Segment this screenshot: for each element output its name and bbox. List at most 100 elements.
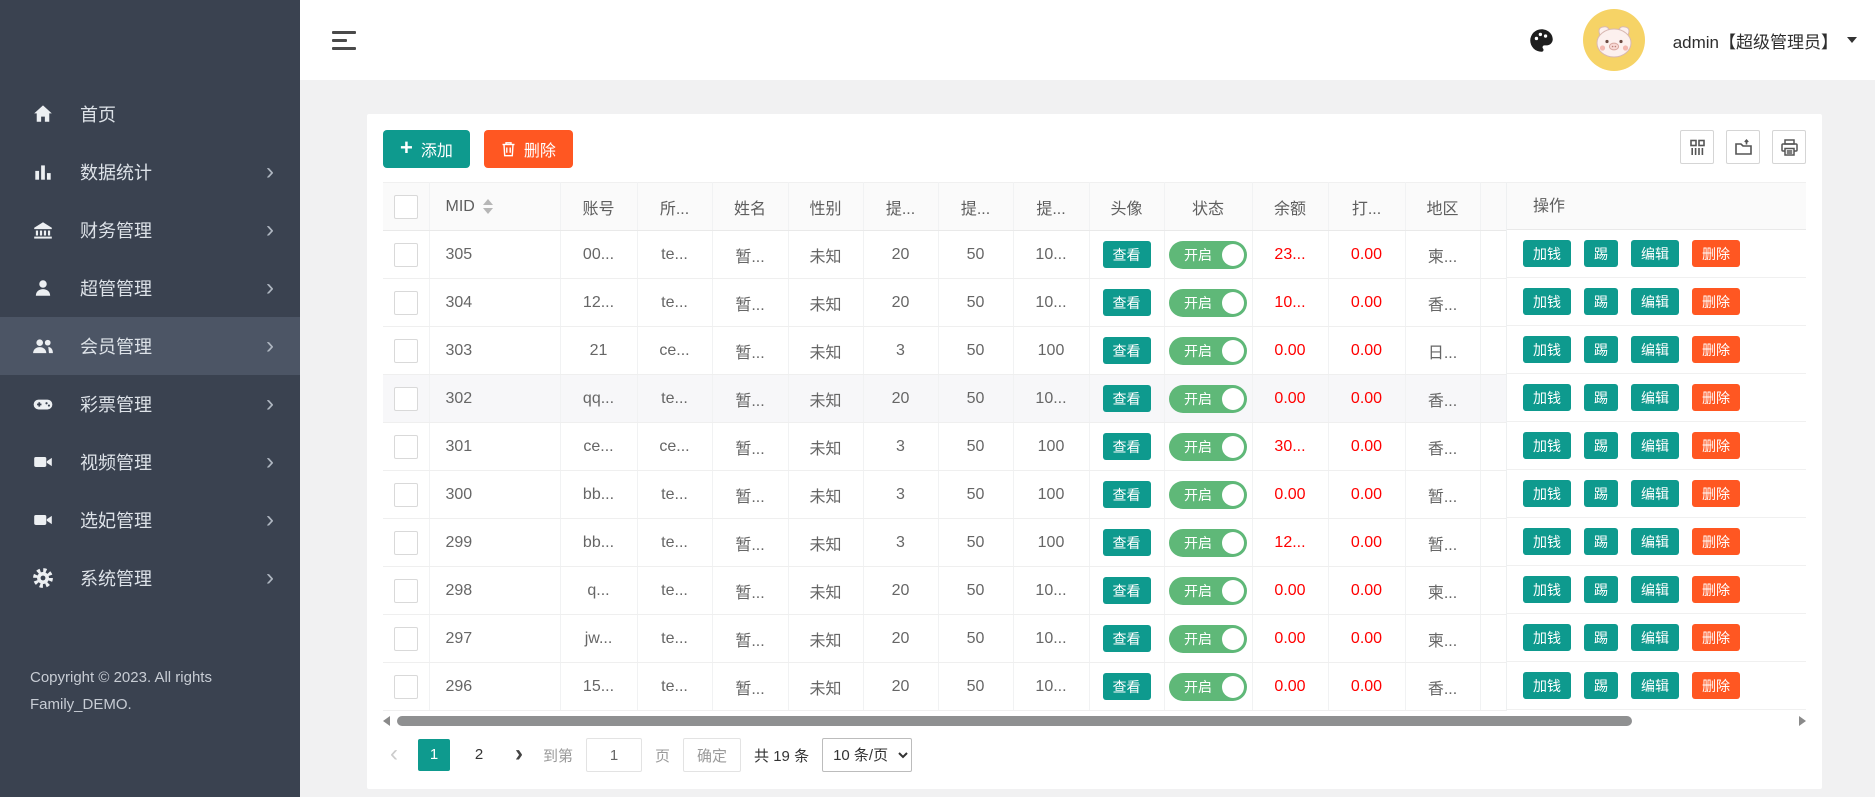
add-money-button[interactable]: 加钱: [1523, 528, 1571, 555]
add-money-button[interactable]: 加钱: [1523, 240, 1571, 267]
add-money-button[interactable]: 加钱: [1523, 384, 1571, 411]
avatar[interactable]: [1583, 9, 1645, 71]
row-checkbox[interactable]: [394, 243, 418, 267]
status-toggle[interactable]: 开启: [1169, 577, 1247, 605]
status-toggle[interactable]: 开启: [1169, 433, 1247, 461]
delete-row-button[interactable]: 删除: [1692, 624, 1740, 651]
delete-row-button[interactable]: 删除: [1692, 384, 1740, 411]
sidebar-item-6[interactable]: 视频管理›: [0, 433, 300, 491]
row-checkbox[interactable]: [394, 483, 418, 507]
horizontal-scrollbar[interactable]: [383, 716, 1806, 726]
edit-button[interactable]: 编辑: [1631, 336, 1679, 363]
edit-button[interactable]: 编辑: [1631, 384, 1679, 411]
page-button-2[interactable]: 2: [463, 739, 495, 771]
edit-button[interactable]: 编辑: [1631, 624, 1679, 651]
status-toggle[interactable]: 开启: [1169, 337, 1247, 365]
add-money-button[interactable]: 加钱: [1523, 336, 1571, 363]
per-page-select[interactable]: 10 条/页: [822, 738, 912, 772]
status-toggle[interactable]: 开启: [1169, 625, 1247, 653]
view-avatar-button[interactable]: 查看: [1103, 337, 1151, 364]
delete-row-button[interactable]: 删除: [1692, 240, 1740, 267]
print-button[interactable]: [1772, 130, 1806, 164]
page-button-1[interactable]: 1: [418, 739, 450, 771]
status-toggle[interactable]: 开启: [1169, 481, 1247, 509]
delete-row-button[interactable]: 删除: [1692, 432, 1740, 459]
view-avatar-button[interactable]: 查看: [1103, 577, 1151, 604]
edit-button[interactable]: 编辑: [1631, 288, 1679, 315]
status-toggle[interactable]: 开启: [1169, 241, 1247, 269]
goto-page-input[interactable]: [586, 738, 642, 772]
add-money-button[interactable]: 加钱: [1523, 288, 1571, 315]
row-checkbox[interactable]: [394, 675, 418, 699]
palette-icon[interactable]: [1528, 27, 1555, 54]
kick-button[interactable]: 踢: [1584, 384, 1618, 411]
select-all-checkbox[interactable]: [394, 195, 418, 219]
edit-button[interactable]: 编辑: [1631, 240, 1679, 267]
row-checkbox[interactable]: [394, 291, 418, 315]
sidebar-item-7[interactable]: 选妃管理›: [0, 491, 300, 549]
row-checkbox[interactable]: [394, 627, 418, 651]
status-toggle[interactable]: 开启: [1169, 529, 1247, 557]
kick-button[interactable]: 踢: [1584, 528, 1618, 555]
add-button[interactable]: + 添加: [383, 130, 470, 168]
delete-row-button[interactable]: 删除: [1692, 336, 1740, 363]
sort-icon[interactable]: [483, 199, 493, 214]
add-money-button[interactable]: 加钱: [1523, 624, 1571, 651]
status-toggle[interactable]: 开启: [1169, 385, 1247, 413]
view-avatar-button[interactable]: 查看: [1103, 673, 1151, 700]
sidebar-item-0[interactable]: 首页: [0, 85, 300, 143]
sidebar-item-5[interactable]: 彩票管理›: [0, 375, 300, 433]
status-toggle[interactable]: 开启: [1169, 289, 1247, 317]
view-avatar-button[interactable]: 查看: [1103, 481, 1151, 508]
confirm-button[interactable]: 确定: [683, 738, 741, 772]
kick-button[interactable]: 踢: [1584, 576, 1618, 603]
view-avatar-button[interactable]: 查看: [1103, 241, 1151, 268]
scrollbar-thumb[interactable]: [397, 716, 1632, 726]
next-page-button[interactable]: ›: [508, 739, 530, 771]
prev-page-button[interactable]: ‹: [383, 739, 405, 771]
add-money-button[interactable]: 加钱: [1523, 480, 1571, 507]
user-menu[interactable]: admin【超级管理员】: [1673, 28, 1857, 53]
delete-row-button[interactable]: 删除: [1692, 576, 1740, 603]
sidebar-item-1[interactable]: 数据统计›: [0, 143, 300, 201]
sidebar-item-8[interactable]: 系统管理›: [0, 549, 300, 607]
row-checkbox[interactable]: [394, 531, 418, 555]
add-money-button[interactable]: 加钱: [1523, 672, 1571, 699]
kick-button[interactable]: 踢: [1584, 288, 1618, 315]
row-checkbox[interactable]: [394, 579, 418, 603]
delete-row-button[interactable]: 删除: [1692, 480, 1740, 507]
edit-button[interactable]: 编辑: [1631, 576, 1679, 603]
hamburger-menu-button[interactable]: [328, 27, 360, 54]
row-checkbox[interactable]: [394, 387, 418, 411]
kick-button[interactable]: 踢: [1584, 432, 1618, 459]
view-avatar-button[interactable]: 查看: [1103, 433, 1151, 460]
view-avatar-button[interactable]: 查看: [1103, 529, 1151, 556]
add-money-button[interactable]: 加钱: [1523, 576, 1571, 603]
view-avatar-button[interactable]: 查看: [1103, 625, 1151, 652]
kick-button[interactable]: 踢: [1584, 240, 1618, 267]
view-avatar-button[interactable]: 查看: [1103, 289, 1151, 316]
kick-button[interactable]: 踢: [1584, 480, 1618, 507]
edit-button[interactable]: 编辑: [1631, 672, 1679, 699]
sidebar-item-3[interactable]: 超管管理›: [0, 259, 300, 317]
kick-button[interactable]: 踢: [1584, 336, 1618, 363]
row-checkbox[interactable]: [394, 435, 418, 459]
status-toggle[interactable]: 开启: [1169, 673, 1247, 701]
edit-button[interactable]: 编辑: [1631, 528, 1679, 555]
scroll-right-arrow-icon[interactable]: [1799, 716, 1806, 726]
delete-button[interactable]: 删除: [484, 130, 573, 168]
delete-row-button[interactable]: 删除: [1692, 528, 1740, 555]
kick-button[interactable]: 踢: [1584, 672, 1618, 699]
add-money-button[interactable]: 加钱: [1523, 432, 1571, 459]
scroll-left-arrow-icon[interactable]: [383, 716, 390, 726]
columns-toggle-button[interactable]: [1680, 130, 1714, 164]
edit-button[interactable]: 编辑: [1631, 432, 1679, 459]
view-avatar-button[interactable]: 查看: [1103, 385, 1151, 412]
delete-row-button[interactable]: 删除: [1692, 288, 1740, 315]
row-checkbox[interactable]: [394, 339, 418, 363]
edit-button[interactable]: 编辑: [1631, 480, 1679, 507]
kick-button[interactable]: 踢: [1584, 624, 1618, 651]
delete-row-button[interactable]: 删除: [1692, 672, 1740, 699]
export-button[interactable]: [1726, 130, 1760, 164]
sidebar-item-4[interactable]: 会员管理›: [0, 317, 300, 375]
